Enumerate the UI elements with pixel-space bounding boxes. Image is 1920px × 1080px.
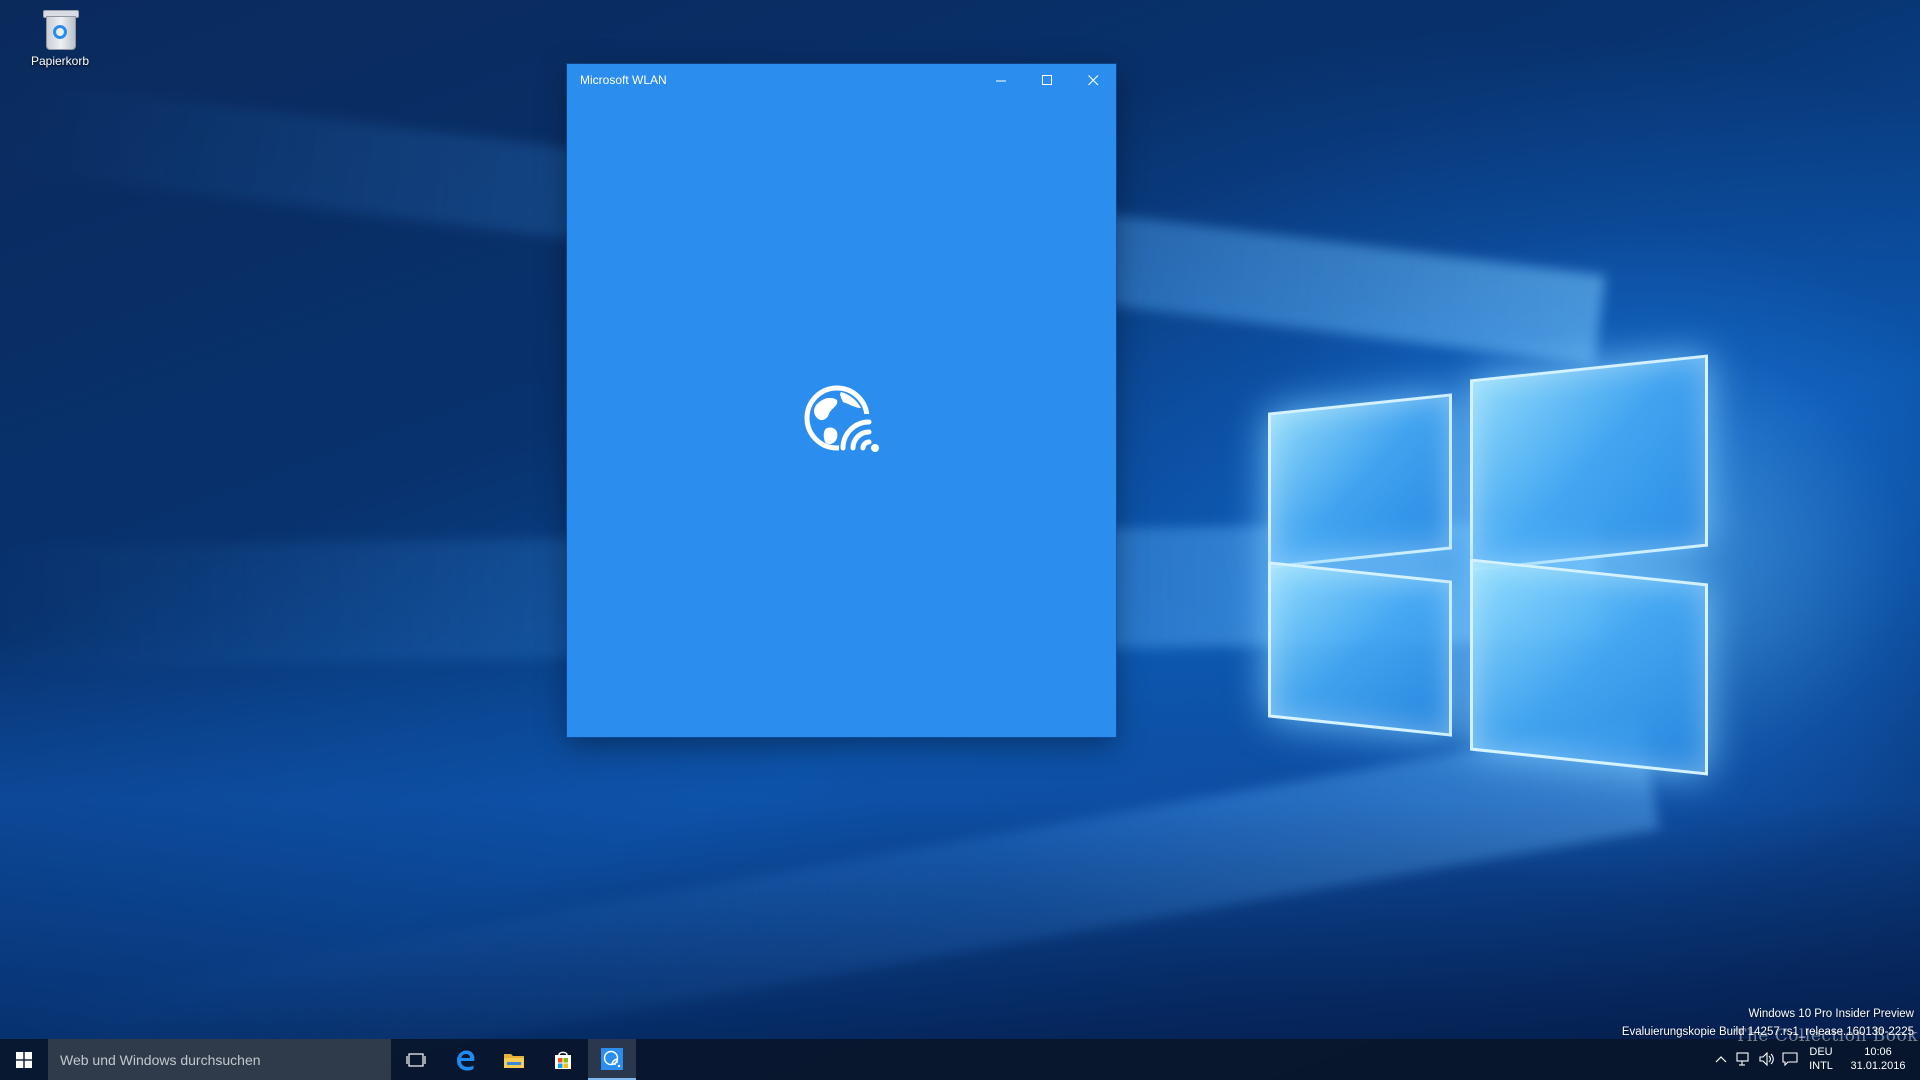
desktop-icon-recycle-bin[interactable]: Papierkorb	[22, 8, 98, 68]
clock-time: 10:06	[1864, 1046, 1892, 1058]
input-language-button[interactable]: DEU INTL	[1805, 1045, 1837, 1073]
chevron-up-icon	[1715, 1056, 1727, 1063]
close-button[interactable]	[1070, 64, 1116, 96]
language-code: DEU	[1809, 1046, 1833, 1058]
clock-button[interactable]: 10:06 31.01.2016	[1842, 1045, 1914, 1073]
keyboard-layout: INTL	[1809, 1060, 1833, 1072]
logo-pane	[1268, 561, 1452, 737]
site-watermark-logo: The Collection Book	[1735, 1026, 1918, 1046]
window-titlebar[interactable]: Microsoft WLAN	[567, 64, 1116, 96]
app-window-microsoft-wlan[interactable]: Microsoft WLAN	[567, 64, 1116, 737]
minimize-icon	[995, 80, 1006, 81]
maximize-button[interactable]	[1024, 64, 1070, 96]
speaker-icon	[1759, 1052, 1774, 1066]
action-center-button[interactable]	[1781, 1051, 1799, 1067]
logo-pane	[1470, 558, 1708, 776]
minimize-button[interactable]	[978, 64, 1024, 96]
logo-pane	[1470, 354, 1708, 572]
recycle-bin-icon	[41, 8, 79, 50]
network-button[interactable]	[1735, 1051, 1753, 1067]
close-icon	[1087, 74, 1098, 85]
build-edition: Windows 10 Pro Insider Preview	[1748, 1008, 1914, 1020]
globe-wifi-icon	[804, 385, 881, 454]
windows-logo-wallpaper	[1260, 345, 1710, 785]
site-watermark-text: The Collection Book	[1735, 1026, 1919, 1046]
system-tray: DEU INTL 10:06 31.01.2016	[0, 1039, 1920, 1080]
clock-date: 31.01.2016	[1850, 1060, 1906, 1072]
desktop-icon-label: Papierkorb	[30, 54, 90, 68]
logo-pane	[1268, 393, 1452, 569]
notification-icon	[1782, 1052, 1798, 1066]
show-hidden-icons-button[interactable]	[1712, 1051, 1730, 1067]
taskbar: DEU INTL 10:06 31.01.2016	[0, 1039, 1920, 1080]
window-title: Microsoft WLAN	[580, 73, 667, 87]
volume-button[interactable]	[1758, 1051, 1776, 1067]
network-icon	[1736, 1052, 1749, 1066]
maximize-icon	[1041, 74, 1052, 85]
